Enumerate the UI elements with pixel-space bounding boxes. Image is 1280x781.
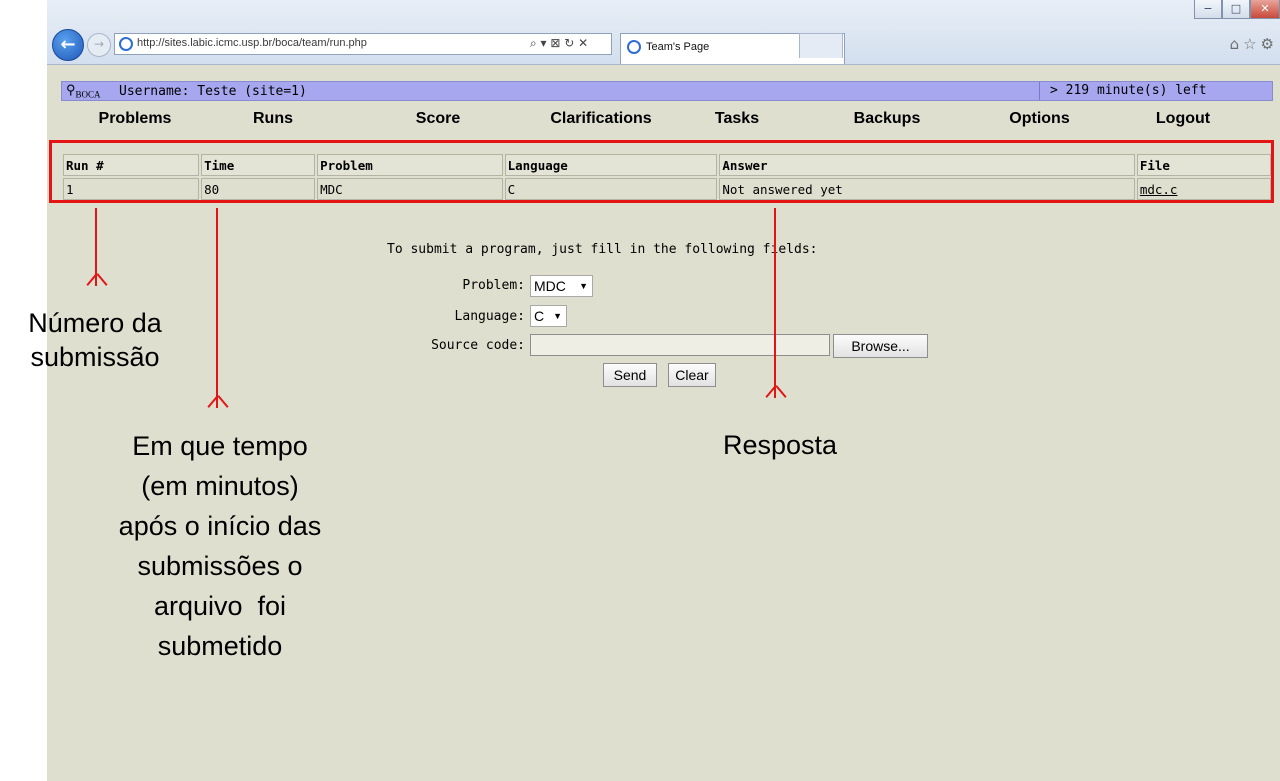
menu-problems[interactable]: Problems [95, 110, 175, 128]
ie-tab-icon [627, 40, 641, 54]
menu-score[interactable]: Score [403, 110, 473, 128]
back-button[interactable]: ← [52, 29, 84, 61]
annotation-line: após o início das [118, 511, 322, 541]
back-arrow-icon: ← [60, 34, 76, 55]
annotation-line: Número da [28, 308, 162, 338]
ie-logo-icon [119, 37, 133, 51]
table-highlight-box [49, 140, 1274, 203]
menu-tasks[interactable]: Tasks [707, 110, 767, 128]
main-menu: Problems Runs Score Clarifications Tasks… [47, 110, 1280, 132]
address-bar[interactable]: http://sites.labic.icmc.usp.br/boca/team… [114, 33, 612, 55]
send-button[interactable]: Send [603, 363, 657, 387]
boca-logo: ⚲BOCA [66, 82, 101, 100]
source-code-label: Source code: [431, 338, 525, 353]
annotation-answer: Resposta [690, 428, 870, 462]
boca-logo-text: BOCA [75, 89, 101, 100]
toolbar-icons[interactable]: ⌂☆⚙ [1230, 35, 1278, 53]
problem-select-value: MDC [534, 278, 566, 294]
chevron-down-icon: ▼ [553, 311, 562, 321]
restore-button[interactable]: □ [1222, 0, 1250, 19]
annotation-line: Em que tempo [132, 431, 308, 461]
menu-logout[interactable]: Logout [1147, 110, 1219, 128]
close-window-button[interactable]: ✕ [1250, 0, 1280, 19]
annotation-time: Em que tempo (em minutos) após o início … [60, 426, 380, 666]
menu-backups[interactable]: Backups [847, 110, 927, 128]
menu-runs[interactable]: Runs [243, 110, 303, 128]
tab-title: Team's Page [646, 41, 710, 53]
forward-button[interactable]: → [87, 33, 111, 57]
url-text[interactable]: http://sites.labic.icmc.usp.br/boca/team… [137, 37, 367, 49]
problem-label: Problem: [462, 278, 525, 293]
new-tab-button[interactable] [799, 33, 843, 58]
arrow-answer [774, 208, 776, 398]
annotation-line: Resposta [722, 430, 838, 460]
menu-options[interactable]: Options [1002, 110, 1077, 128]
menu-clarifications[interactable]: Clarifications [531, 110, 671, 128]
annotation-line: submissões o [137, 551, 303, 581]
boca-header-bar: ⚲BOCA Username: Teste (site=1) > 219 min… [61, 81, 1273, 101]
minimize-button[interactable]: − [1194, 0, 1222, 19]
problem-select[interactable]: MDC ▼ [530, 275, 593, 297]
browse-button[interactable]: Browse... [833, 334, 928, 358]
forward-arrow-icon: → [93, 37, 105, 51]
time-left-cell: > 219 minute(s) left [1039, 82, 1272, 100]
browser-chrome: − □ ✕ ← → http://sites.labic.icmc.usp.br… [47, 0, 1280, 65]
language-select[interactable]: C ▼ [530, 305, 567, 327]
window-controls: − □ ✕ [1194, 0, 1280, 20]
username-info: Username: Teste (site=1) [119, 84, 307, 99]
arrow-time [216, 208, 218, 408]
annotation-run-number: Número da submissão [0, 306, 190, 374]
annotation-line: submissão [30, 342, 160, 372]
submit-instruction: To submit a program, just fill in the fo… [387, 242, 818, 257]
clear-button[interactable]: Clear [668, 363, 716, 387]
address-bar-tools[interactable]: ⌕ ▾ ⊠ ↻ ✕ [530, 36, 588, 51]
annotation-line: (em minutos) [141, 471, 299, 501]
language-label: Language: [454, 309, 525, 324]
annotation-line: submetido [157, 631, 283, 661]
boca-page: ⚲BOCA Username: Teste (site=1) > 219 min… [47, 64, 1280, 781]
annotation-line: arquivo foi [153, 591, 287, 621]
language-select-value: C [534, 308, 545, 324]
source-code-input[interactable] [530, 334, 830, 356]
time-left: > 219 minute(s) left [1050, 83, 1207, 98]
chevron-down-icon: ▼ [579, 281, 588, 291]
